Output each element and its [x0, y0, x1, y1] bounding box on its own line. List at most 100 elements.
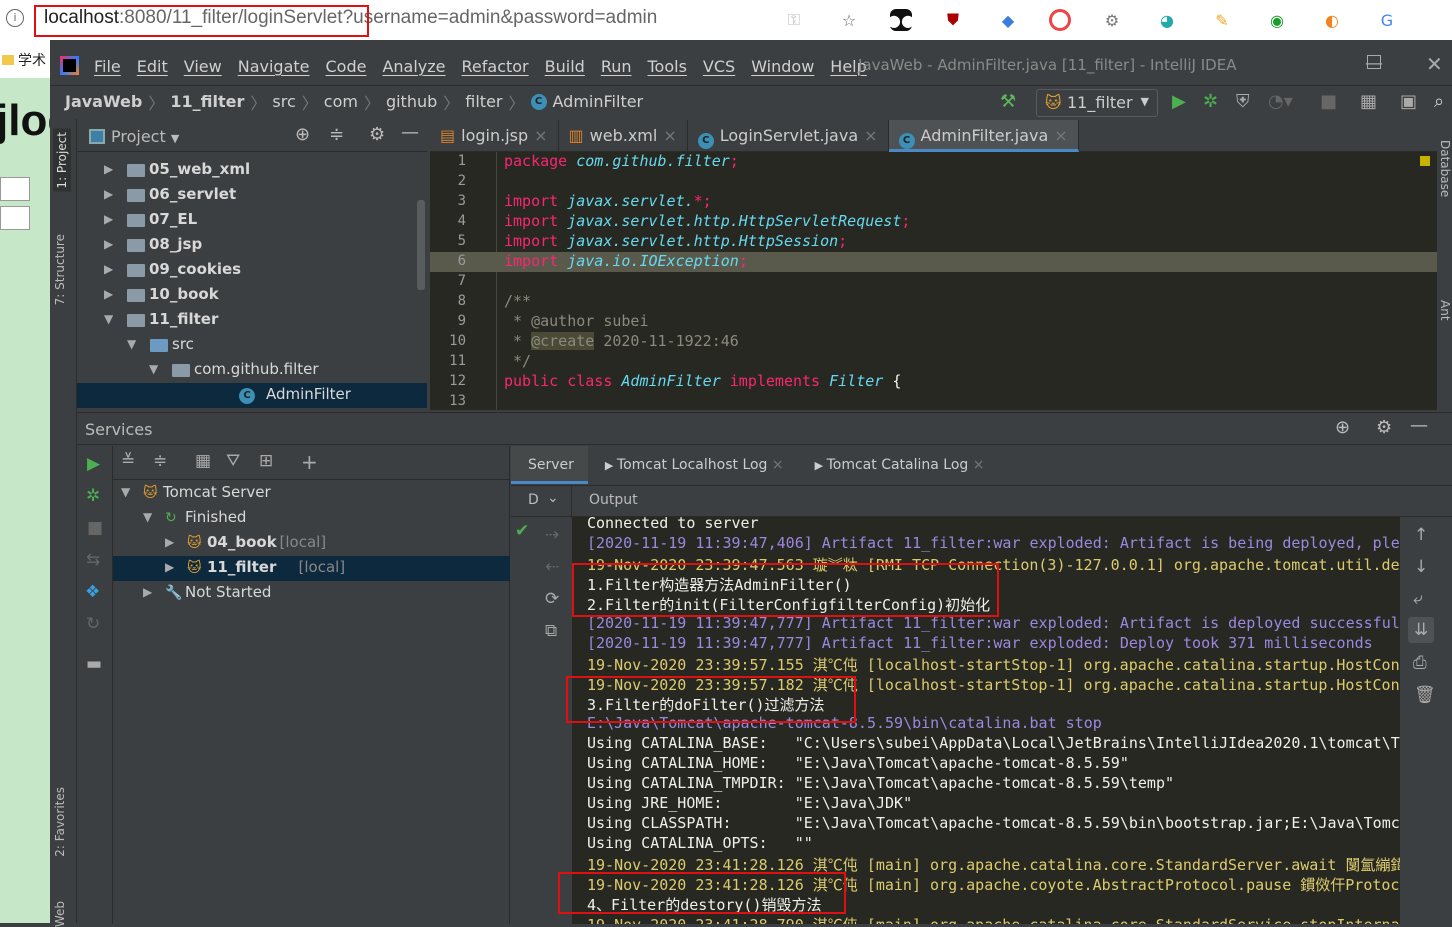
ublock-icon[interactable]: ⛊: [939, 6, 967, 34]
close-tab-icon[interactable]: ×: [663, 126, 676, 145]
tree-item[interactable]: ▼ 11_filter: [77, 308, 427, 333]
arrow-down-icon[interactable]: ↓: [1414, 557, 1428, 577]
address-bar[interactable]: localhost:8080/11_filter/loginServlet?us…: [44, 7, 657, 29]
chevron-right-icon[interactable]: ▶: [143, 585, 152, 599]
tree-item[interactable]: ▶ 05_web_xml: [77, 158, 427, 183]
server-tab-tomcat-localhost-log[interactable]: ▶ Tomcat Localhost Log ×: [588, 457, 798, 473]
chevron-down-icon[interactable]: ▼: [127, 337, 136, 351]
menu-navigate[interactable]: Navigate: [238, 57, 310, 76]
close-tab-icon[interactable]: ×: [767, 457, 784, 473]
tree-item[interactable]: ▼ com.github.filter: [77, 358, 427, 383]
chevron-down-icon[interactable]: ▼: [121, 485, 130, 499]
artifact-icon[interactable]: ❖: [85, 582, 100, 602]
tree-item[interactable]: ▶ 10_book: [77, 283, 427, 308]
chevron-right-icon[interactable]: ▶: [104, 162, 113, 176]
stop-icon[interactable]: ■: [1320, 91, 1337, 112]
run-icon[interactable]: ▶: [1172, 91, 1186, 112]
close-tab-icon[interactable]: ×: [1054, 126, 1067, 145]
service-item[interactable]: ▶ 🐱 11_filter [local]: [113, 556, 510, 581]
service-item[interactable]: ▼ ↻ Finished: [113, 506, 510, 531]
tool-tab-ant[interactable]: Ant: [1438, 300, 1452, 321]
terminal-icon[interactable]: ▣: [1400, 91, 1417, 112]
tree-item[interactable]: ▶ 09_cookies: [77, 258, 427, 283]
deploy-icon[interactable]: ⇢: [545, 525, 559, 545]
menu-analyze[interactable]: Analyze: [382, 57, 445, 76]
scroll-to-end-icon[interactable]: ⇊: [1408, 617, 1435, 643]
locate-icon[interactable]: ⊕: [295, 124, 310, 145]
soft-wrap-icon[interactable]: ⤶: [1413, 589, 1423, 609]
extension-icon[interactable]: ◉: [1263, 6, 1291, 34]
extension-icon[interactable]: ◆: [994, 6, 1022, 34]
undeploy-icon[interactable]: ⇠: [545, 557, 559, 577]
run-configuration-select[interactable]: 🐱 11_filter ▼: [1036, 89, 1158, 117]
open-browser-icon[interactable]: ⧉: [545, 621, 557, 641]
gear-icon[interactable]: ⚙: [1376, 417, 1392, 438]
tool-tab-structure[interactable]: 7: Structure: [53, 234, 67, 305]
maximize-button[interactable]: [1367, 55, 1381, 69]
layout-icon[interactable]: ▬: [86, 654, 102, 674]
project-view-select[interactable]: Project: [111, 127, 166, 146]
extension-icon[interactable]: ✎: [1208, 6, 1236, 34]
coverage-icon[interactable]: ⛨: [1236, 91, 1250, 112]
tab-web-xml[interactable]: ▥ web.xml ×: [559, 120, 688, 152]
search-icon[interactable]: ⌕: [1434, 91, 1444, 112]
menu-build[interactable]: Build: [545, 57, 585, 76]
service-item[interactable]: ▶ 🔧 Not Started: [113, 581, 510, 606]
tree-item[interactable]: C AdminFilter: [77, 383, 427, 408]
close-tab-icon[interactable]: ×: [534, 126, 547, 145]
refresh-icon[interactable]: ⟳: [545, 589, 559, 609]
extension-icon[interactable]: [1049, 9, 1071, 31]
expand-all-icon[interactable]: ≚: [121, 451, 135, 471]
tool-tab-web[interactable]: Web: [53, 901, 67, 927]
tool-tab-project[interactable]: 1: Project: [53, 129, 71, 192]
run-icon[interactable]: ▶: [87, 454, 100, 474]
refresh-icon[interactable]: ↻: [86, 614, 100, 634]
add-icon[interactable]: +: [301, 450, 318, 474]
deploy-icon[interactable]: ⇆: [86, 550, 100, 570]
breadcrumb-item[interactable]: filter: [465, 92, 502, 111]
menu-tools[interactable]: Tools: [648, 57, 687, 76]
gear-icon[interactable]: ⚙: [369, 124, 385, 145]
tree-item[interactable]: ▶ 06_servlet: [77, 183, 427, 208]
profile-icon[interactable]: ◔▾: [1268, 91, 1293, 112]
group-icon[interactable]: ▦: [195, 451, 211, 471]
key-icon[interactable]: ⚿: [780, 6, 808, 34]
service-item[interactable]: ▼ 🐱 Tomcat Server: [113, 481, 510, 506]
menu-file[interactable]: File: [94, 57, 121, 76]
debug-icon[interactable]: ✲: [86, 486, 100, 506]
menu-run[interactable]: Run: [601, 57, 632, 76]
breadcrumb-item[interactable]: 11_filter: [170, 92, 244, 111]
collapse-all-icon[interactable]: ≑: [329, 124, 344, 145]
chevron-down-icon[interactable]: ▼: [104, 312, 113, 326]
arrow-up-icon[interactable]: ↑: [1414, 525, 1428, 545]
breadcrumb-item[interactable]: JavaWeb: [65, 92, 142, 111]
menu-code[interactable]: Code: [326, 57, 367, 76]
menu-edit[interactable]: Edit: [137, 57, 168, 76]
menu-window[interactable]: Window: [751, 57, 814, 76]
chevron-down-icon[interactable]: ⌄: [547, 490, 559, 506]
close-tab-icon[interactable]: ×: [968, 457, 985, 473]
chevron-right-icon[interactable]: ▶: [104, 262, 113, 276]
breadcrumb-item[interactable]: github: [386, 92, 437, 111]
password-input[interactable]: [0, 206, 30, 230]
breadcrumb-item[interactable]: src: [272, 92, 295, 111]
breadcrumb-item[interactable]: AdminFilter: [553, 92, 644, 111]
google-translate-icon[interactable]: G: [1373, 6, 1401, 34]
tool-tab-favorites[interactable]: 2: Favorites: [53, 787, 67, 857]
extension-icon[interactable]: ⚙: [1098, 6, 1126, 34]
server-tab-server[interactable]: Server: [511, 446, 588, 484]
menu-view[interactable]: View: [184, 57, 222, 76]
chevron-right-icon[interactable]: ▶: [104, 187, 113, 201]
tab-login-jsp[interactable]: ▤ login.jsp ×: [430, 120, 559, 152]
locate-icon[interactable]: ⊕: [1335, 417, 1350, 438]
tab-loginservlet-java[interactable]: C LoginServlet.java ×: [688, 120, 889, 152]
info-icon[interactable]: i: [6, 9, 24, 27]
star-icon[interactable]: ☆: [835, 6, 863, 34]
close-button[interactable]: ✕: [1426, 52, 1443, 76]
chevron-right-icon[interactable]: ▶: [104, 237, 113, 251]
hide-icon[interactable]: —: [1410, 415, 1428, 436]
chevron-down-icon[interactable]: ▼: [149, 362, 158, 376]
tree-item[interactable]: ▼ src: [77, 333, 427, 358]
chevron-right-icon[interactable]: ▶: [104, 212, 113, 226]
build-hammer-icon[interactable]: ⚒: [1000, 91, 1016, 112]
